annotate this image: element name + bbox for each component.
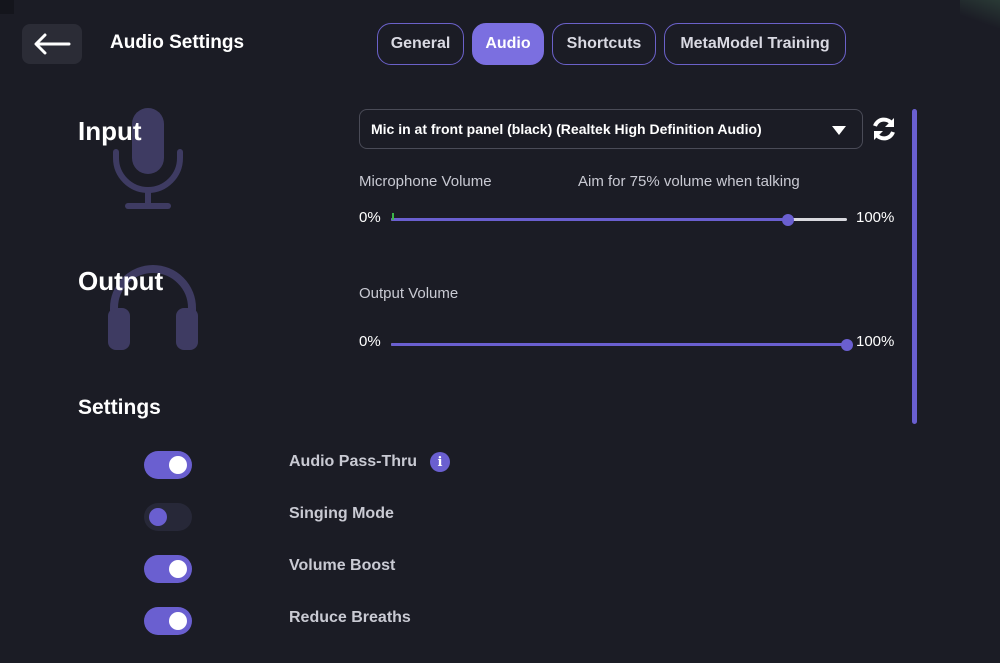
toggle-knob: [169, 612, 187, 630]
toggle-knob: [149, 508, 167, 526]
audio-pass-thru-label: Audio Pass-Thru: [289, 453, 418, 470]
slider-thumb[interactable]: [781, 214, 794, 226]
slider-fill: [391, 218, 788, 221]
toggle-knob: [169, 456, 187, 474]
singing-mode-toggle[interactable]: [144, 503, 192, 531]
tab-metamodel-training[interactable]: MetaModel Training: [664, 23, 846, 65]
page-title: Audio Settings: [110, 32, 245, 53]
volume-boost-toggle[interactable]: [144, 555, 192, 583]
singing-mode-label: Singing Mode: [289, 505, 394, 522]
reduce-breaths-toggle[interactable]: [144, 607, 192, 635]
toggle-knob: [169, 560, 187, 578]
back-button[interactable]: [22, 24, 82, 64]
microphone-volume-label: Microphone Volume: [359, 173, 492, 190]
microphone-volume-min: 0%: [359, 209, 381, 226]
window-corner-glow: [960, 0, 1000, 28]
refresh-icon[interactable]: [870, 115, 898, 143]
arrow-left-icon: [34, 33, 71, 55]
input-section-title: Input: [78, 116, 142, 146]
input-device-select[interactable]: Mic in at front panel (black) (Realtek H…: [359, 109, 863, 149]
reduce-breaths-label: Reduce Breaths: [289, 609, 411, 626]
volume-boost-label: Volume Boost: [289, 557, 396, 574]
audio-pass-thru-toggle[interactable]: [144, 451, 192, 479]
chevron-down-icon: [832, 126, 846, 135]
input-device-value: Mic in at front panel (black) (Realtek H…: [371, 121, 762, 137]
window-corner-shadow: [0, 0, 14, 14]
output-volume-label: Output Volume: [359, 285, 459, 302]
microphone-volume-max: 100%: [856, 209, 895, 226]
microphone-volume-hint: Aim for 75% volume when talking: [578, 173, 800, 190]
tab-shortcuts[interactable]: Shortcuts: [552, 23, 656, 65]
scrollbar[interactable]: [912, 109, 917, 424]
microphone-volume-slider[interactable]: [391, 213, 847, 227]
info-icon[interactable]: i: [430, 452, 450, 472]
output-volume-max: 100%: [856, 333, 895, 350]
tab-audio[interactable]: Audio: [472, 23, 544, 65]
mic-level-indicator: [392, 213, 394, 220]
output-volume-min: 0%: [359, 333, 381, 350]
output-volume-slider[interactable]: [391, 338, 853, 352]
slider-thumb[interactable]: [841, 339, 853, 351]
settings-section-title: Settings: [78, 396, 161, 419]
output-section-title: Output: [78, 266, 164, 296]
slider-fill: [391, 343, 847, 346]
tab-general[interactable]: General: [377, 23, 464, 65]
